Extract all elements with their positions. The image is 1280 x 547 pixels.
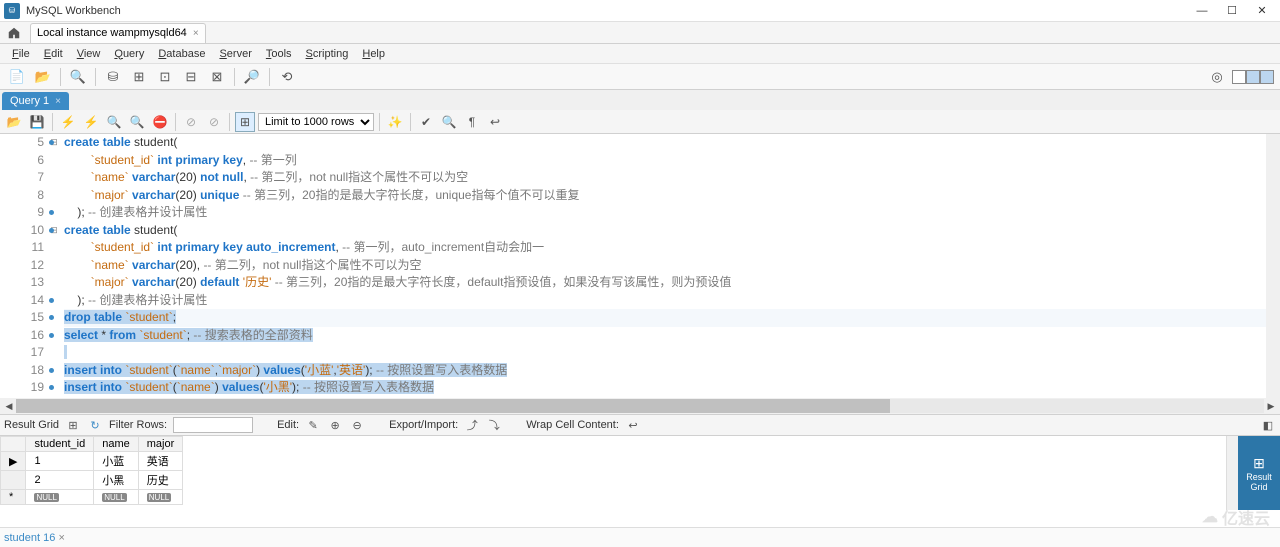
menu-tools[interactable]: Tools (260, 46, 298, 62)
result-grid-icon[interactable]: ⊞ (65, 417, 81, 433)
menu-help[interactable]: Help (356, 46, 391, 62)
settings-button[interactable]: ◎ (1206, 66, 1228, 88)
filter-rows-label: Filter Rows: (109, 419, 167, 431)
wrap-toggle-button[interactable]: ↩ (485, 112, 505, 132)
horizontal-scrollbar[interactable]: ◀ ▶ (0, 398, 1280, 414)
export-icon[interactable]: ⤴ (464, 417, 480, 433)
rollback-button[interactable]: ⊘ (204, 112, 224, 132)
commit-button[interactable]: ⊘ (181, 112, 201, 132)
table-row[interactable]: ▶1小蓝英语 (1, 452, 183, 471)
window-titlebar: ⛁ MySQL Workbench — ☐ ✕ (0, 0, 1280, 22)
explain-button[interactable]: 🔍 (104, 112, 124, 132)
result-grid-label: Result Grid (4, 419, 59, 431)
query-tab-label: Query 1 (10, 95, 49, 107)
menubar: FileEditViewQueryDatabaseServerToolsScri… (0, 44, 1280, 64)
connection-tab-label: Local instance wampmysqld64 (37, 27, 187, 39)
menu-edit[interactable]: Edit (38, 46, 69, 62)
menu-scripting[interactable]: Scripting (300, 46, 355, 62)
column-header[interactable]: student_id (26, 437, 94, 452)
vertical-scrollbar[interactable] (1266, 134, 1280, 398)
table-row[interactable]: *NULLNULLNULL (1, 490, 183, 505)
new-sql-tab-button[interactable]: 📄 (6, 66, 28, 88)
insert-row-icon[interactable]: ⊕ (327, 417, 343, 433)
maximize-button[interactable]: ☐ (1218, 2, 1246, 20)
menu-view[interactable]: View (71, 46, 107, 62)
scroll-left-button[interactable]: ◀ (2, 399, 16, 413)
menu-server[interactable]: Server (213, 46, 257, 62)
window-close-button[interactable]: ✕ (1248, 2, 1276, 20)
home-icon (7, 26, 21, 40)
editor-toolbar: 📂 💾 ⚡ ⚡ 🔍 🔍 ⛔ ⊘ ⊘ ⊞ Limit to 1000 rows ✨… (0, 110, 1280, 134)
invisible-chars-button[interactable]: ¶ (462, 112, 482, 132)
close-icon[interactable]: × (55, 96, 61, 107)
find-replace-button[interactable]: 🔍 (439, 112, 459, 132)
execute-button[interactable]: ⚡ (58, 112, 78, 132)
side-panel-splitter[interactable] (1226, 436, 1238, 510)
filter-rows-input[interactable] (173, 417, 253, 433)
sql-editor[interactable]: 5678910111213141516171819 ⊟⊟ create tabl… (0, 134, 1280, 398)
connection-tabbar: Local instance wampmysqld64 × (0, 22, 1280, 44)
result-grid-side-button[interactable]: ⊞ Result Grid (1238, 436, 1280, 510)
query-tabbar: Query 1 × (0, 90, 1280, 110)
panel-collapse-icon[interactable]: ◧ (1260, 417, 1276, 433)
open-file-button[interactable]: 📂 (4, 112, 24, 132)
close-icon[interactable]: × (193, 28, 199, 39)
stop-button[interactable]: ⛔ (150, 112, 170, 132)
statusbar: student 16 × (0, 527, 1280, 547)
beautify-button[interactable]: ✨ (385, 112, 405, 132)
wrap-toggle-icon[interactable]: ↩ (625, 417, 641, 433)
wrap-label: Wrap Cell Content: (526, 419, 619, 431)
menu-query[interactable]: Query (108, 46, 150, 62)
edit-label: Edit: (277, 419, 299, 431)
connection-tab[interactable]: Local instance wampmysqld64 × (30, 23, 206, 43)
scroll-right-button[interactable]: ▶ (1264, 399, 1278, 413)
inspector-button[interactable]: 🔍 (67, 66, 89, 88)
save-file-button[interactable]: 💾 (27, 112, 47, 132)
delete-row-icon[interactable]: ⊖ (349, 417, 365, 433)
menu-file[interactable]: File (6, 46, 36, 62)
status-tab[interactable]: student 16 × (4, 532, 65, 544)
import-icon[interactable]: ⤵ (486, 417, 502, 433)
reconnect-button[interactable]: ⟲ (276, 66, 298, 88)
result-toolbar: Result Grid ⊞ ↻ Filter Rows: Edit: ✎ ⊕ ⊖… (0, 414, 1280, 436)
app-icon: ⛁ (4, 3, 20, 19)
execute-current-button[interactable]: ⚡ (81, 112, 101, 132)
table-row[interactable]: 2小黑历史 (1, 471, 183, 490)
new-table-button[interactable]: ⊞ (128, 66, 150, 88)
explain-current-button[interactable]: 🔍 (127, 112, 147, 132)
window-title: MySQL Workbench (26, 5, 1188, 17)
refresh-icon[interactable]: ↻ (87, 417, 103, 433)
result-grid[interactable]: student_idnamemajor▶1小蓝英语2小黑历史*NULLNULLN… (0, 436, 183, 505)
main-toolbar: 📄 📂 🔍 ⛁ ⊞ ⊡ ⊟ ⊠ 🔎 ⟲ ◎ (0, 64, 1280, 90)
export-import-label: Export/Import: (389, 419, 458, 431)
open-sql-button[interactable]: 📂 (32, 66, 54, 88)
new-schema-button[interactable]: ⛁ (102, 66, 124, 88)
panel-toggle[interactable] (1232, 70, 1274, 84)
home-button[interactable] (2, 23, 26, 43)
edit-icon[interactable]: ✎ (305, 417, 321, 433)
menu-database[interactable]: Database (152, 46, 211, 62)
new-view-button[interactable]: ⊡ (154, 66, 176, 88)
watermark: ☁亿速云 (1202, 505, 1270, 529)
column-header[interactable]: name (94, 437, 139, 452)
query-tab[interactable]: Query 1 × (2, 92, 69, 110)
search-button[interactable]: 🔎 (241, 66, 263, 88)
new-procedure-button[interactable]: ⊟ (180, 66, 202, 88)
autocommit-toggle[interactable]: ⊞ (235, 112, 255, 132)
side-panel-label: Result Grid (1246, 472, 1272, 492)
column-header[interactable]: major (138, 437, 183, 452)
new-function-button[interactable]: ⊠ (206, 66, 228, 88)
minimize-button[interactable]: — (1188, 2, 1216, 20)
limit-rows-select[interactable]: Limit to 1000 rows (258, 113, 374, 131)
find-button[interactable]: ✔ (416, 112, 436, 132)
